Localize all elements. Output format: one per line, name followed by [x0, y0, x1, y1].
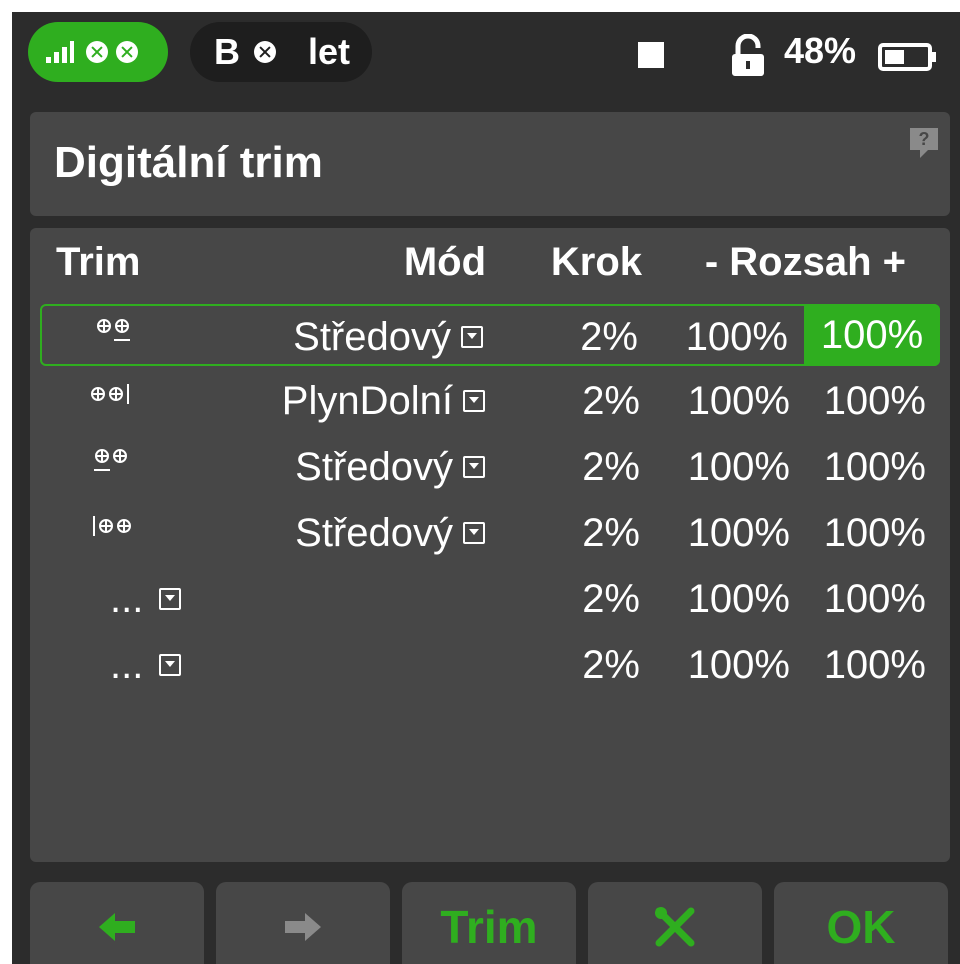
screen: B let 48% Digitální trim ? Trim Mód Krok… — [12, 12, 960, 964]
range-positive-value[interactable]: 100% — [824, 436, 926, 498]
status-bar: B let 48% — [12, 12, 960, 102]
trim-left-horizontal-icon — [88, 436, 158, 498]
mode-letter: B — [214, 31, 240, 72]
page-title: Digitální trim — [54, 138, 323, 187]
signal-strength-icon — [46, 41, 74, 63]
step-value[interactable]: 2% — [582, 370, 640, 432]
battery-percent: 48% — [784, 30, 857, 71]
range-negative-value[interactable]: 100% — [688, 502, 790, 564]
table-row[interactable]: Středový 2% 100% 100% — [40, 304, 940, 366]
receiver-disconnected-icon — [86, 41, 108, 63]
trim-table: Trim Mód Krok - Rozsah + Středový 2% 100… — [30, 228, 950, 862]
step-value[interactable]: 2% — [580, 306, 638, 368]
range-negative-value[interactable]: 100% — [688, 370, 790, 432]
telemetry-status-pill[interactable] — [28, 22, 168, 82]
dropdown-icon — [463, 456, 485, 478]
back-button[interactable] — [30, 882, 204, 964]
receiver2-disconnected-icon — [116, 41, 138, 63]
stop-icon[interactable] — [638, 42, 664, 68]
mode-value: Středový — [295, 511, 453, 555]
table-row[interactable]: Středový 2% 100% 100% — [40, 502, 940, 564]
range-positive-value[interactable]: 100% — [824, 634, 926, 696]
range-positive-value[interactable]: 100% — [824, 370, 926, 432]
header-step: Krok — [550, 240, 642, 284]
mode-dropdown[interactable]: Středový — [295, 436, 485, 498]
trim-left-vertical-icon — [88, 502, 158, 564]
dropdown-icon — [461, 326, 483, 348]
dropdown-icon — [463, 390, 485, 412]
next-button[interactable] — [216, 882, 390, 964]
trim-right-horizontal-icon — [90, 306, 160, 368]
table-row[interactable]: ... 2% 100% 100% — [40, 634, 940, 696]
title-panel: Digitální trim ? — [30, 112, 950, 216]
mode-value: Středový — [295, 445, 453, 489]
range-positive-value[interactable]: 100% — [824, 568, 926, 630]
range-positive-value[interactable]: 100% — [804, 304, 940, 366]
table-row[interactable]: ... 2% 100% 100% — [40, 568, 940, 630]
tools-button[interactable] — [588, 882, 762, 964]
trim-button[interactable]: Trim — [402, 882, 576, 964]
trim-select-dropdown[interactable]: ... — [110, 634, 182, 696]
ok-button-label: OK — [826, 901, 896, 953]
mode-value: Středový — [293, 315, 451, 359]
flight-mode-label: let — [308, 31, 351, 72]
range-positive-value[interactable]: 100% — [824, 502, 926, 564]
mode-dropdown[interactable]: Středový — [293, 306, 483, 368]
trim-select-value: ... — [110, 643, 144, 687]
dropdown-icon — [159, 588, 182, 610]
arrow-left-icon — [99, 913, 135, 941]
step-value[interactable]: 2% — [582, 502, 640, 564]
lock-open-icon[interactable] — [728, 34, 768, 78]
header-mode: Mód — [403, 240, 486, 284]
range-negative-value[interactable]: 100% — [686, 306, 788, 368]
mode-value: PlynDolní — [281, 379, 453, 423]
table-row[interactable]: Středový 2% 100% 100% — [40, 436, 940, 498]
dropdown-icon — [463, 522, 485, 544]
trim-button-label: Trim — [440, 901, 538, 953]
help-icon[interactable]: ? — [906, 124, 942, 160]
trim-select-value: ... — [110, 577, 144, 621]
range-negative-value[interactable]: 100% — [688, 568, 790, 630]
trim-select-dropdown[interactable]: ... — [110, 568, 182, 630]
header-range: - Rozsah + — [704, 240, 906, 284]
svg-text:?: ? — [919, 129, 930, 149]
tools-icon — [655, 907, 695, 947]
mode-dropdown[interactable]: Středový — [295, 502, 485, 564]
range-negative-value[interactable]: 100% — [688, 634, 790, 696]
mode-off-icon — [254, 41, 276, 63]
step-value[interactable]: 2% — [582, 436, 640, 498]
arrow-right-icon — [285, 913, 321, 941]
table-row[interactable]: PlynDolní 2% 100% 100% — [40, 370, 940, 432]
step-value[interactable]: 2% — [582, 568, 640, 630]
trim-right-vertical-icon — [88, 370, 158, 432]
dropdown-icon — [159, 654, 182, 676]
battery-icon — [878, 43, 936, 71]
ok-button[interactable]: OK — [774, 882, 948, 964]
mode-dropdown[interactable]: PlynDolní — [282, 370, 485, 432]
model-mode-pill[interactable]: B let — [190, 22, 372, 82]
step-value[interactable]: 2% — [582, 634, 640, 696]
header-trim: Trim — [56, 240, 141, 284]
range-negative-value[interactable]: 100% — [688, 436, 790, 498]
